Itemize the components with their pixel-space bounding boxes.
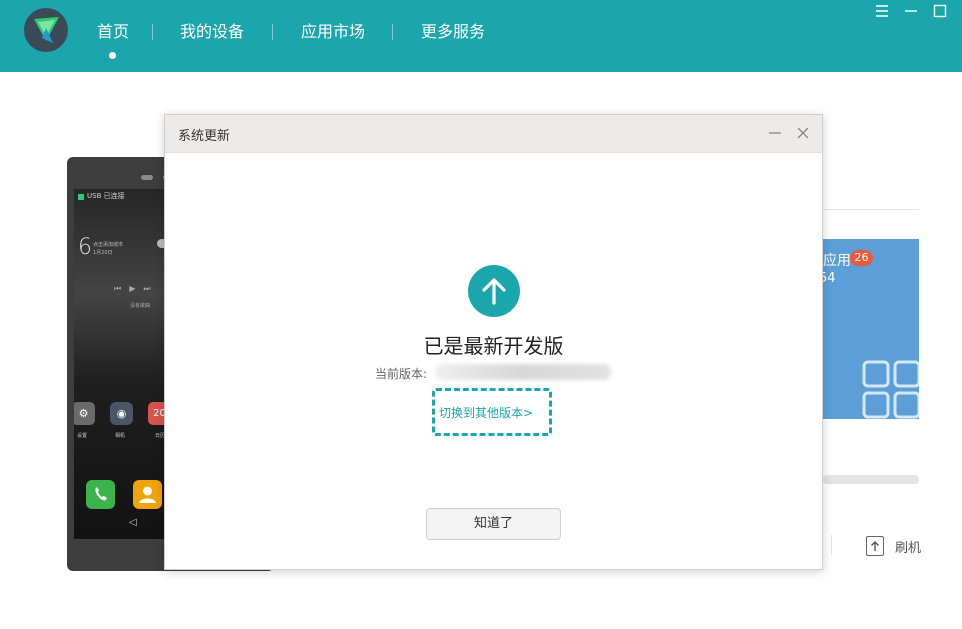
apps-card[interactable]: 应用 26 54	[823, 239, 919, 419]
nav-divider	[152, 24, 153, 40]
storage-progress-bar	[823, 475, 919, 484]
nav-divider	[272, 24, 273, 40]
app-label-settings: 设置	[77, 433, 88, 439]
camera-icon: ◉	[110, 402, 133, 425]
contacts-icon	[133, 480, 162, 509]
minimize-icon[interactable]	[902, 2, 920, 20]
android-back-icon: ◁	[129, 517, 137, 528]
phone-clock: 6	[78, 235, 92, 260]
dialog-close-icon[interactable]	[795, 125, 811, 141]
dialog-minimize-icon[interactable]	[767, 125, 783, 141]
apps-grid-icon	[862, 360, 919, 419]
app-label-camera: 相机	[115, 433, 126, 439]
nav-tab-my-device[interactable]: 我的设备	[180, 20, 244, 44]
got-it-button[interactable]: 知道了	[426, 508, 561, 540]
maximize-icon[interactable]	[931, 2, 949, 20]
nav-tab-more-services[interactable]: 更多服务	[421, 20, 485, 44]
phone-speaker	[141, 175, 153, 180]
settings-icon: ⚙	[74, 402, 95, 425]
app-logo-icon	[24, 8, 68, 52]
apps-card-title: 应用	[823, 253, 851, 269]
nav-tab-app-market[interactable]: 应用市场	[301, 20, 365, 44]
flash-label[interactable]: 刷机	[895, 537, 921, 556]
clock-date-text: 1月20日	[93, 250, 113, 256]
active-tab-indicator	[109, 52, 116, 59]
usb-status-text: USB 已连接	[87, 192, 125, 200]
nav-divider	[392, 24, 393, 40]
update-arrow-icon	[468, 265, 520, 317]
toolbar-divider	[831, 535, 832, 555]
flash-upload-icon[interactable]	[866, 536, 884, 556]
top-bar: 首页 我的设备 应用市场 更多服务	[0, 0, 962, 72]
menu-icon[interactable]	[873, 2, 891, 20]
dialog-header: 系统更新	[165, 115, 822, 153]
dialog-title: 系统更新	[178, 129, 231, 144]
music-controls-icon: ⏮▶⏭	[114, 284, 159, 293]
apps-card-subtitle: 54	[823, 271, 836, 286]
apps-count-badge: 26	[850, 250, 873, 266]
section-divider	[823, 209, 919, 210]
current-version-value-redacted	[435, 364, 611, 380]
no-music-text: 没有歌曲	[130, 303, 151, 309]
usb-status-icon	[78, 194, 84, 200]
clock-city-text: 点击添加城市	[93, 242, 124, 248]
current-version-label: 当前版本:	[375, 367, 428, 381]
switch-version-link[interactable]: 切换到其他版本>	[439, 404, 533, 421]
system-update-dialog: 系统更新 已是最新开发版 当前版本: 切换到其他版本> 知道了	[164, 114, 823, 570]
update-status-text: 已是最新开发版	[423, 334, 564, 358]
phone-icon	[86, 480, 115, 509]
nav-tab-home[interactable]: 首页	[97, 20, 129, 44]
